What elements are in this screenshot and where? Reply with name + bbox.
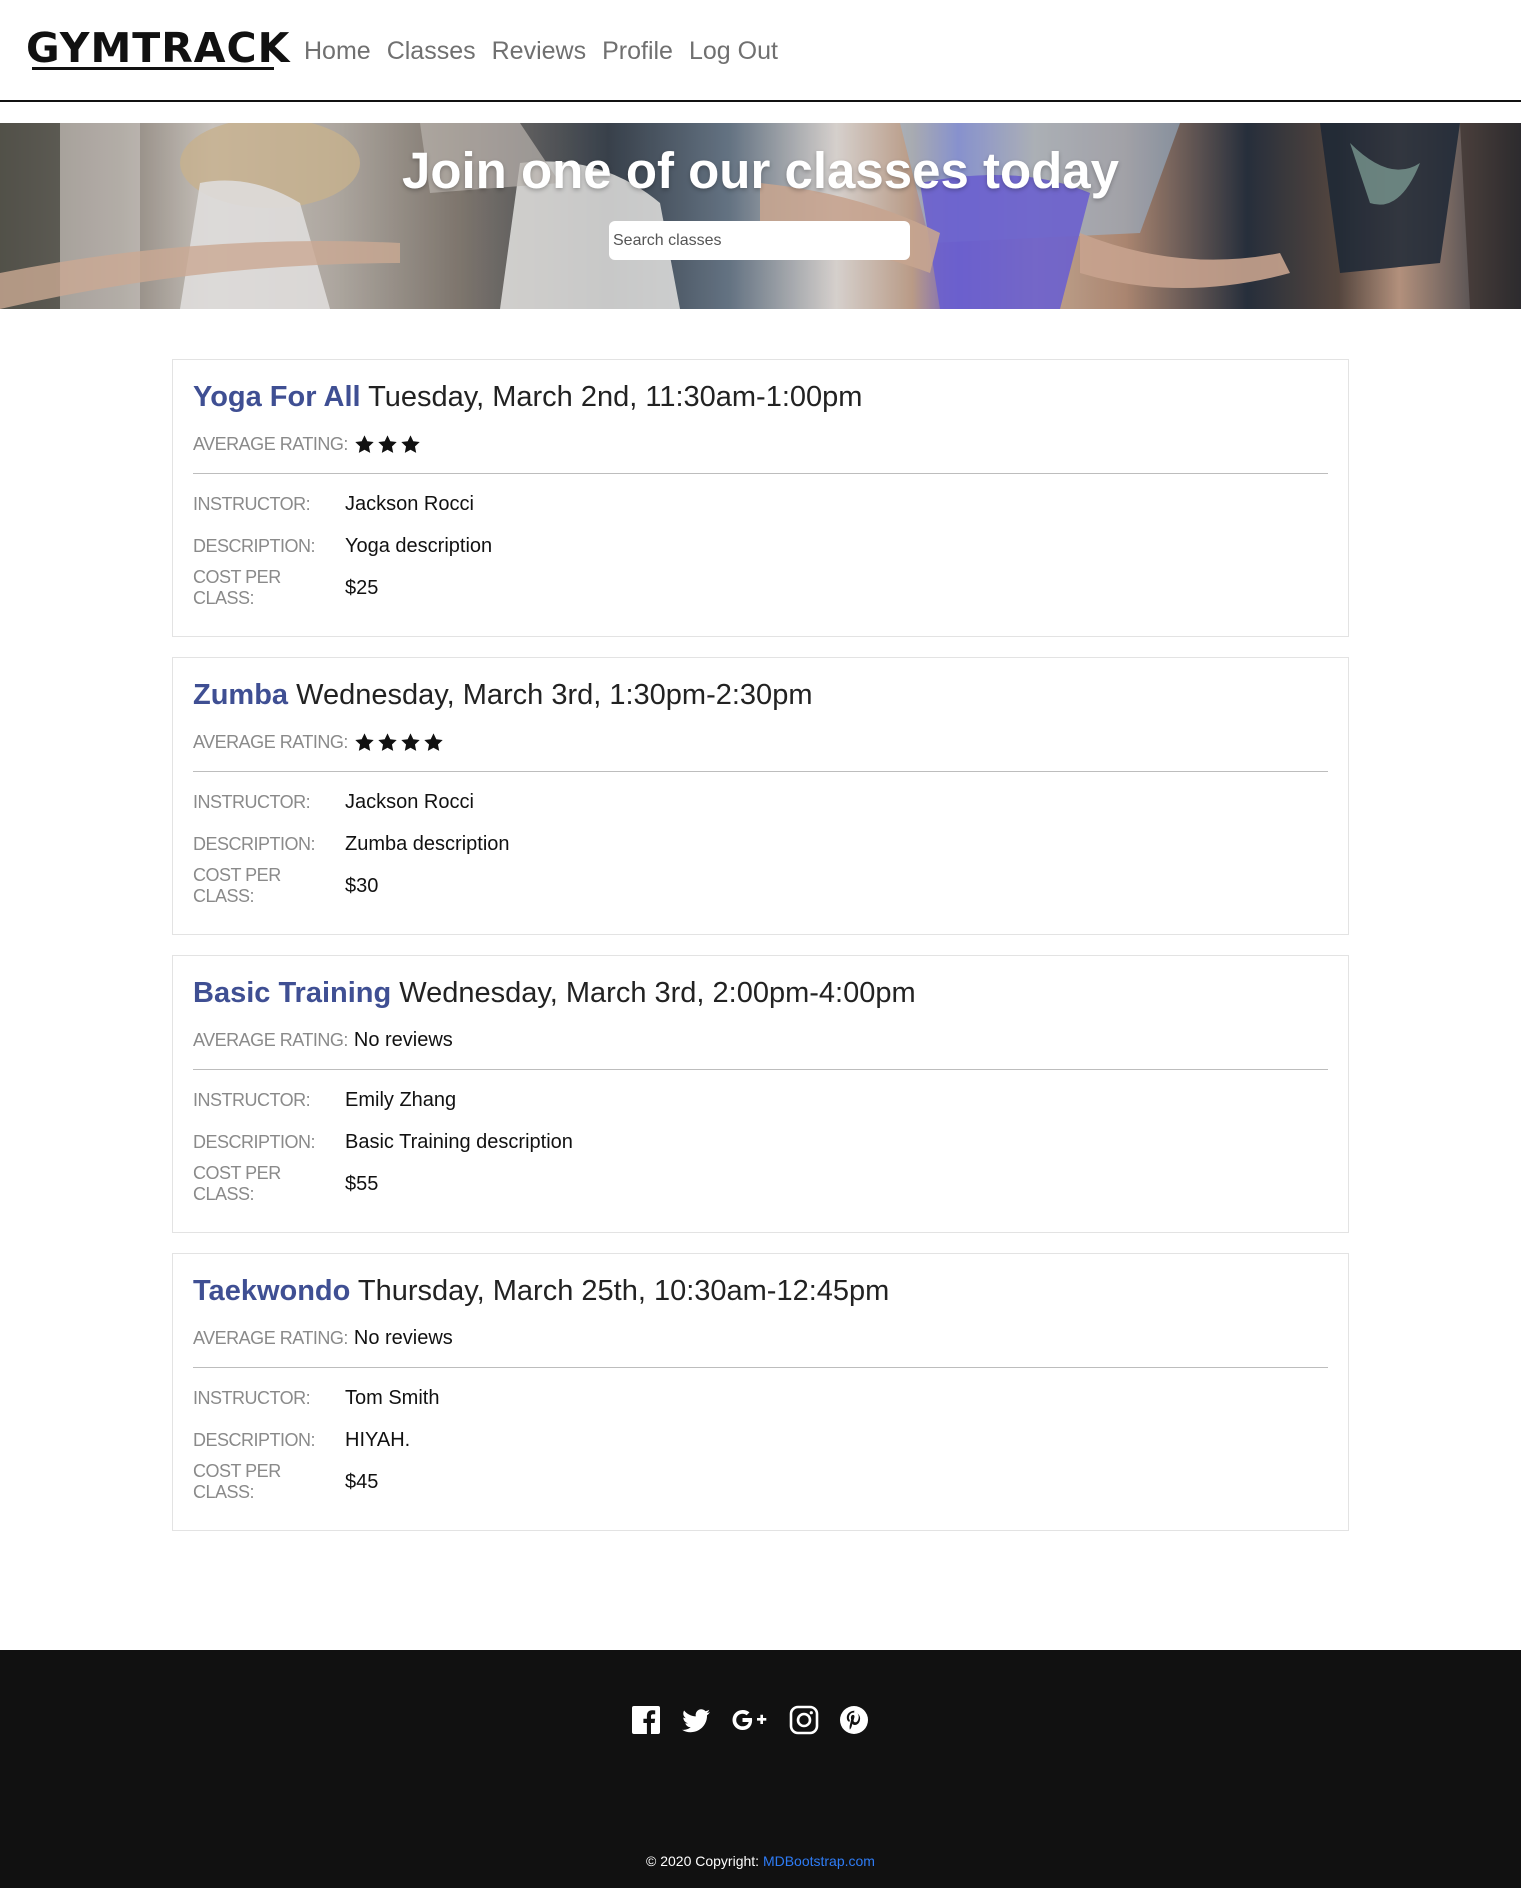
description-value: Basic Training description <box>345 1130 573 1153</box>
class-time: Tuesday, March 2nd, 11:30am-1:00pm <box>368 381 863 413</box>
class-time: Wednesday, March 3rd, 1:30pm-2:30pm <box>296 679 813 711</box>
hero-banner: Join one of our classes today <box>0 123 1521 309</box>
description-row: DESCRIPTION: Yoga description <box>193 533 492 559</box>
average-rating-label: AVERAGE RATING: <box>193 731 348 752</box>
cost-label: COST PER CLASS: <box>193 567 281 608</box>
instructor-row: INSTRUCTOR: Emily Zhang <box>193 1087 456 1113</box>
hero-title: Join one of our classes today <box>401 142 1119 199</box>
star-icon <box>355 434 374 453</box>
footer: © 2020 Copyright: MDBootstrap.com <box>0 1650 1521 1888</box>
cost-row: COST PER CLASS: $55 <box>193 1163 379 1204</box>
description-label: DESCRIPTION: <box>193 1429 316 1450</box>
description-row: DESCRIPTION: Zumba description <box>193 831 510 857</box>
rating-row: AVERAGE RATING: <box>193 432 421 456</box>
cost-label: COST PER CLASS: <box>193 1461 281 1502</box>
cost-value: $55 <box>345 1172 379 1195</box>
instructor-label: INSTRUCTOR: <box>193 493 311 514</box>
nav-link-home[interactable]: Home <box>304 34 371 68</box>
rating-row: AVERAGE RATING: <box>193 730 444 754</box>
copyright-text: © 2020 Copyright: <box>646 1853 763 1869</box>
instructor-row: INSTRUCTOR: Tom Smith <box>193 1385 439 1411</box>
rating-stars <box>354 434 421 455</box>
cost-value: $30 <box>345 874 379 897</box>
cost-value: $45 <box>345 1470 379 1493</box>
divider <box>193 473 1328 474</box>
nav-link-reviews[interactable]: Reviews <box>492 34 586 68</box>
rating-value: No reviews <box>353 1326 453 1349</box>
star-icon <box>424 732 443 751</box>
star-icon <box>401 732 420 751</box>
average-rating-label: AVERAGE RATING: <box>193 433 348 454</box>
nav-link-profile[interactable]: Profile <box>602 34 673 68</box>
class-name[interactable]: Zumba <box>193 679 288 711</box>
cost-label: COST PER CLASS: <box>193 865 281 906</box>
class-card-title: Taekwondo Thursday, March 25th, 10:30am-… <box>193 1273 889 1309</box>
class-card-title: Yoga For All Tuesday, March 2nd, 11:30am… <box>193 379 862 415</box>
nav-links: Home Classes Reviews Profile Log Out <box>304 34 778 68</box>
average-rating-label: AVERAGE RATING: <box>193 1029 348 1050</box>
divider <box>193 1367 1328 1368</box>
class-card: Yoga For All Tuesday, March 2nd, 11:30am… <box>172 359 1349 637</box>
description-row: DESCRIPTION: HIYAH. <box>193 1427 410 1453</box>
instagram-icon[interactable] <box>788 1704 820 1736</box>
star-icon <box>355 732 374 751</box>
average-rating-label: AVERAGE RATING: <box>193 1327 348 1348</box>
class-name[interactable]: Basic Training <box>193 977 391 1009</box>
navbar: GYMTRACK Home Classes Reviews Profile Lo… <box>0 0 1521 102</box>
description-label: DESCRIPTION: <box>193 833 316 854</box>
cost-row: COST PER CLASS: $30 <box>193 865 379 906</box>
instructor-label: INSTRUCTOR: <box>193 791 311 812</box>
cost-label: COST PER CLASS: <box>193 1163 281 1204</box>
rating-value: No reviews <box>353 1028 453 1051</box>
divider <box>193 771 1328 772</box>
pinterest-icon[interactable] <box>838 1704 870 1736</box>
star-icon <box>378 732 397 751</box>
rating-row: AVERAGE RATING: No reviews <box>193 1028 453 1052</box>
brand-underline <box>32 67 274 70</box>
class-time: Thursday, March 25th, 10:30am-12:45pm <box>357 1275 890 1307</box>
description-row: DESCRIPTION: Basic Training description <box>193 1129 573 1155</box>
copyright: © 2020 Copyright: MDBootstrap.com <box>0 1853 1521 1869</box>
facebook-icon[interactable] <box>630 1704 662 1736</box>
search-input[interactable] <box>609 221 910 260</box>
description-label: DESCRIPTION: <box>193 1131 316 1152</box>
google-plus-icon[interactable] <box>730 1704 770 1736</box>
description-label: DESCRIPTION: <box>193 535 316 556</box>
copyright-link[interactable]: MDBootstrap.com <box>763 1853 875 1869</box>
class-card: Zumba Wednesday, March 3rd, 1:30pm-2:30p… <box>172 657 1349 935</box>
class-card: Basic Training Wednesday, March 3rd, 2:0… <box>172 955 1349 1233</box>
description-value: Yoga description <box>345 534 493 557</box>
instructor-label: INSTRUCTOR: <box>193 1387 311 1408</box>
instructor-value: Tom Smith <box>345 1386 440 1409</box>
class-card-title: Zumba Wednesday, March 3rd, 1:30pm-2:30p… <box>193 677 812 713</box>
instructor-value: Jackson Rocci <box>345 790 474 813</box>
class-card-title: Basic Training Wednesday, March 3rd, 2:0… <box>193 975 916 1011</box>
brand-logo[interactable]: GYMTRACK <box>26 24 290 72</box>
instructor-row: INSTRUCTOR: Jackson Rocci <box>193 789 474 815</box>
star-icon <box>378 434 397 453</box>
cost-row: COST PER CLASS: $45 <box>193 1461 379 1502</box>
rating-row: AVERAGE RATING: No reviews <box>193 1326 453 1350</box>
class-card: Taekwondo Thursday, March 25th, 10:30am-… <box>172 1253 1349 1531</box>
social-links <box>630 1704 870 1736</box>
instructor-row: INSTRUCTOR: Jackson Rocci <box>193 491 474 517</box>
instructor-value: Jackson Rocci <box>345 492 474 515</box>
nav-link-classes[interactable]: Classes <box>387 34 476 68</box>
cost-value: $25 <box>345 576 379 599</box>
twitter-icon[interactable] <box>680 1704 712 1736</box>
nav-link-log-out[interactable]: Log Out <box>689 34 778 68</box>
star-icon <box>401 434 420 453</box>
class-name[interactable]: Taekwondo <box>193 1275 350 1307</box>
description-value: Zumba description <box>345 832 510 855</box>
instructor-label: INSTRUCTOR: <box>193 1089 311 1110</box>
class-time: Wednesday, March 3rd, 2:00pm-4:00pm <box>399 977 916 1009</box>
cost-row: COST PER CLASS: $25 <box>193 567 379 608</box>
rating-stars <box>354 732 444 753</box>
instructor-value: Emily Zhang <box>345 1088 457 1111</box>
divider <box>193 1069 1328 1070</box>
class-name[interactable]: Yoga For All <box>193 381 361 413</box>
description-value: HIYAH. <box>345 1428 411 1451</box>
